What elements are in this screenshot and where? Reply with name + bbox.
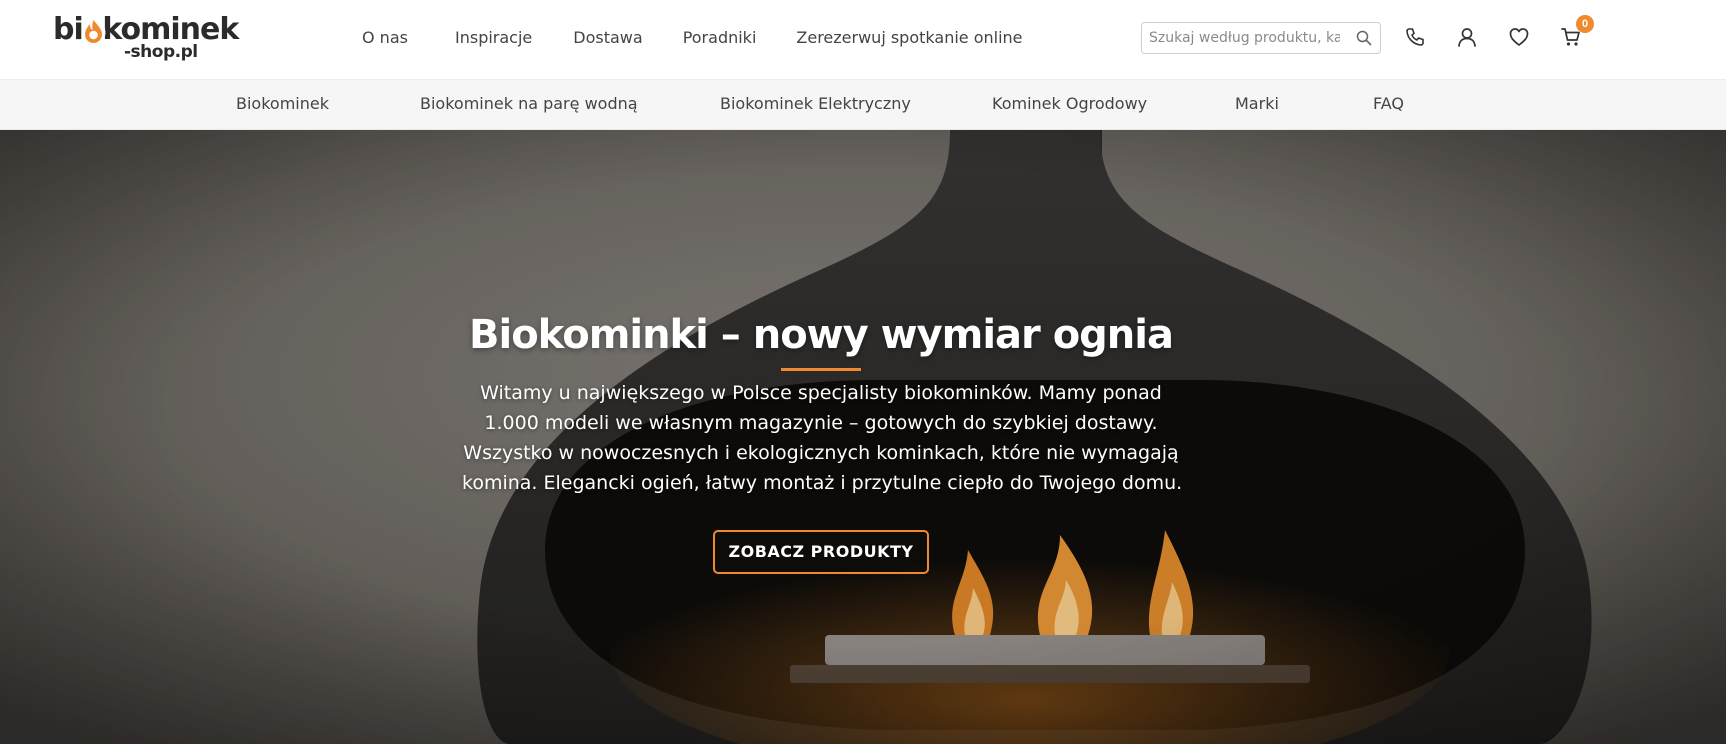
- category-marki[interactable]: Marki: [1235, 94, 1279, 114]
- hero-description-line: komina. Elegancki ogień, łatwy montaż i …: [462, 472, 1183, 494]
- search-box: [1141, 22, 1381, 54]
- logo-subtitle: -shop.pl: [124, 42, 198, 62]
- category-kominek-ogrodowy[interactable]: Kominek Ogrodowy: [992, 94, 1147, 114]
- search-input[interactable]: [1142, 23, 1340, 53]
- hero-banner: Biokominki – nowy wymiar ognia Witamy u …: [0, 130, 1726, 744]
- hero-description-line: 1.000 modeli we własnym magazynie – goto…: [484, 412, 1158, 434]
- category-biokominek[interactable]: Biokominek: [236, 94, 329, 114]
- title-underline: [781, 368, 861, 371]
- category-biokominek-na-pare-wodna[interactable]: Biokominek na parę wodną: [420, 94, 638, 114]
- hero-title: Biokominki – nowy wymiar ognia: [469, 312, 1174, 358]
- flame-icon: [81, 20, 106, 45]
- heart-icon[interactable]: [1508, 26, 1530, 48]
- nav-item-o-nas[interactable]: O nas: [362, 28, 410, 48]
- user-icon[interactable]: [1456, 26, 1478, 48]
- search-icon[interactable]: [1356, 30, 1372, 46]
- category-nav: Biokominek Biokominek na parę wodną Biok…: [0, 79, 1726, 130]
- category-biokominek-elektryczny[interactable]: Biokominek Elektryczny: [720, 94, 911, 114]
- hero-description: Witamy u największego w Polsce specjalis…: [462, 378, 1183, 498]
- category-faq[interactable]: FAQ: [1373, 94, 1404, 114]
- cart-count-badge: 0: [1576, 15, 1594, 33]
- nav-item-spotkanie-online[interactable]: Zerezerwuj spotkanie online: [796, 28, 1022, 48]
- hero-description-line: Wszystko w nowoczesnych i ekologicznych …: [463, 442, 1179, 464]
- nav-item-inspiracje[interactable]: Inspiracje: [455, 28, 532, 48]
- site-logo[interactable]: biokominek -shop.pl: [53, 13, 239, 63]
- main-nav: O nas Inspiracje Dostawa Poradniki Zerez…: [340, 0, 1023, 76]
- nav-item-poradniki[interactable]: Poradniki: [683, 28, 757, 48]
- hero-description-line: Witamy u największego w Polsce specjalis…: [480, 382, 1162, 404]
- site-header: biokominek -shop.pl O nas Inspiracje Dos…: [0, 0, 1726, 79]
- nav-item-dostawa[interactable]: Dostawa: [573, 28, 642, 48]
- see-products-button[interactable]: ZOBACZ PRODUKTY: [713, 530, 929, 574]
- phone-icon[interactable]: [1404, 26, 1426, 48]
